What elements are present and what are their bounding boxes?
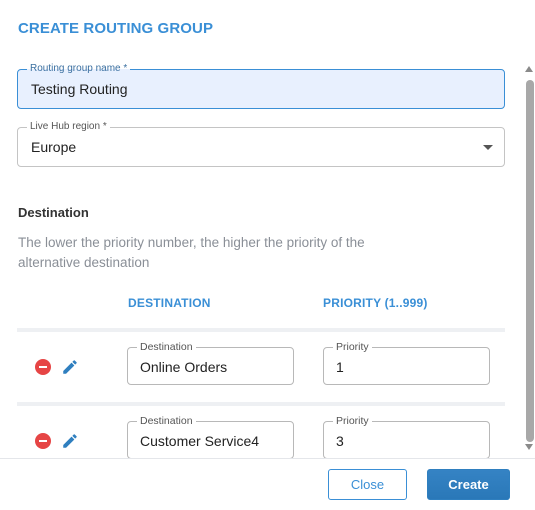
dialog-content: Routing group name * Testing Routing Liv… — [0, 56, 535, 458]
dialog-footer: Close Create — [0, 458, 535, 510]
destination-field-label: Destination — [137, 341, 196, 353]
table-row: Destination Customer Service4 Priority 3 — [17, 406, 505, 458]
routing-group-name-value[interactable]: Testing Routing — [31, 81, 128, 97]
table-row: Destination Online Orders Priority 1 — [17, 332, 505, 402]
priority-field-value[interactable]: 3 — [336, 433, 344, 449]
priority-field[interactable]: Priority 3 — [323, 415, 490, 458]
destination-field[interactable]: Destination Customer Service4 — [127, 415, 294, 458]
live-hub-region-value: Europe — [31, 139, 77, 155]
dialog-title: CREATE ROUTING GROUP — [18, 20, 214, 37]
live-hub-region-select[interactable]: Live Hub region * Europe — [17, 121, 505, 167]
routing-group-name-label: Routing group name * — [27, 63, 131, 75]
scroll-up-arrow-icon[interactable] — [525, 66, 533, 72]
chevron-down-icon[interactable] — [483, 145, 493, 150]
vertical-scrollbar[interactable] — [524, 64, 535, 456]
remove-icon[interactable] — [35, 433, 51, 449]
priority-field[interactable]: Priority 1 — [323, 341, 490, 385]
edit-icon[interactable] — [61, 358, 79, 376]
column-header-priority: PRIORITY (1..999) — [323, 296, 428, 310]
live-hub-region-label: Live Hub region * — [27, 121, 110, 133]
close-button[interactable]: Close — [328, 469, 407, 500]
destination-table: DESTINATION PRIORITY (1..999) Destinatio… — [17, 280, 505, 458]
edit-icon[interactable] — [61, 432, 79, 450]
destination-helper-text: The lower the priority number, the highe… — [18, 235, 365, 270]
priority-field-label: Priority — [333, 341, 372, 353]
destination-field-value[interactable]: Online Orders — [140, 359, 227, 375]
create-button[interactable]: Create — [427, 469, 510, 500]
priority-field-value[interactable]: 1 — [336, 359, 344, 375]
create-routing-group-dialog: CREATE ROUTING GROUP Routing group name … — [0, 0, 535, 510]
column-header-destination: DESTINATION — [128, 296, 211, 310]
destination-field-value[interactable]: Customer Service4 — [140, 433, 259, 449]
scrollbar-thumb[interactable] — [526, 80, 534, 442]
routing-group-name-field[interactable]: Routing group name * Testing Routing — [17, 63, 505, 109]
destination-section-title: Destination — [18, 205, 89, 220]
remove-icon[interactable] — [35, 359, 51, 375]
destination-field-label: Destination — [137, 415, 196, 427]
priority-field-label: Priority — [333, 415, 372, 427]
destination-field[interactable]: Destination Online Orders — [127, 341, 294, 385]
table-header: DESTINATION PRIORITY (1..999) — [17, 280, 505, 328]
scroll-down-arrow-icon[interactable] — [525, 444, 533, 450]
